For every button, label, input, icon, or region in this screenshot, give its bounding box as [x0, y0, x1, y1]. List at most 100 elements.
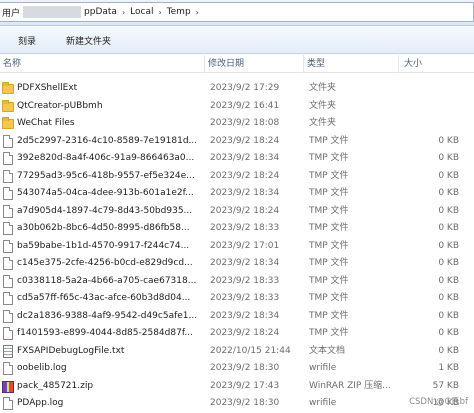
file-row[interactable]: 392e820d-8a4f-406c-91a9-866463a0... 2023/… — [0, 150, 474, 168]
file-type: 文件夹 — [309, 83, 337, 93]
breadcrumb-appdata[interactable]: ppData — [82, 7, 119, 17]
column-header: 名称 修改日期 类型 大小 — [0, 55, 474, 73]
file-type: TMP 文件 — [309, 153, 349, 163]
file-row[interactable]: c145e375-2cfe-4256-b0cd-e829d9cd... 2023/… — [0, 255, 474, 273]
file-row[interactable]: cd5a57ff-f65c-43ac-afce-60b3d8d04... 2023… — [0, 290, 474, 308]
file-size: 0 KB — [438, 205, 459, 216]
file-row[interactable]: f1401593-e899-4044-8d85-2584d87f... 2023/… — [0, 325, 474, 343]
file-date: 2022/10/15 21:44 — [210, 345, 291, 356]
text-file-icon — [2, 344, 14, 358]
file-size: 0 KB — [438, 188, 459, 198]
file-name: ba59babe-1b1d-4570-9917-f244c74... — [17, 240, 190, 251]
file-name: pack_485721.zip — [17, 380, 94, 391]
file-date: 2023/9/2 17:29 — [210, 83, 280, 93]
file-row[interactable]: dc2a1836-9388-4af9-9542-d49c5afe1... 2023… — [0, 308, 474, 326]
file-name: c0338118-5a2a-4b66-a705-cae67318... — [17, 275, 197, 286]
file-type: TMP 文件 — [309, 188, 349, 198]
file-date: 2023/9/2 18:24 — [210, 328, 280, 338]
file-row[interactable]: PDFXShellExt 2023/9/2 17:29 文件夹 — [0, 80, 474, 98]
column-type[interactable]: 类型 — [304, 55, 399, 73]
file-type: WinRAR ZIP 压缩... — [309, 380, 391, 391]
file-type: 文件夹 — [309, 100, 337, 111]
file-date: 2023/9/2 18:33 — [210, 275, 280, 286]
watermark: CSDN @G氏bf — [409, 397, 468, 407]
column-size[interactable]: 大小 — [399, 55, 474, 73]
file-name: PDApp.log — [17, 398, 64, 408]
file-date: 2023/9/2 18:08 — [210, 118, 280, 128]
file-date: 2023/9/2 18:24 — [210, 135, 280, 146]
file-name: cd5a57ff-f65c-43ac-afce-60b3d8d04... — [17, 293, 191, 303]
file-name: 543074a5-04ca-4dee-913b-601a1e2f... — [17, 188, 194, 198]
file-row[interactable]: 77295ad3-95c6-418b-9557-ef5e324e... 2023/… — [0, 168, 474, 186]
file-date: 2023/9/2 18:33 — [210, 223, 280, 233]
file-date: 2023/9/2 18:24 — [210, 205, 280, 216]
file-row[interactable]: oobelib.log 2023/9/2 18:30 wrifile 1 KB — [0, 360, 474, 378]
file-size: 0 KB — [438, 223, 459, 233]
file-icon — [2, 169, 14, 183]
folder-icon — [2, 82, 14, 95]
chevron-right-icon[interactable]: › — [193, 8, 202, 17]
file-icon — [2, 292, 14, 305]
new-folder-button[interactable]: 新建文件夹 — [66, 34, 111, 47]
file-name: a30b062b-8bc6-4d50-8995-d86fb58... — [17, 223, 190, 233]
file-row[interactable]: a7d905d4-1897-4c79-8d43-50bd935... 2023/9… — [0, 203, 474, 221]
file-icon — [2, 239, 14, 253]
file-name: f1401593-e899-4044-8d85-2584d87f... — [17, 328, 193, 338]
file-row[interactable]: FXSAPIDebugLogFile.txt 2022/10/15 21:44 文本… — [0, 343, 474, 361]
file-type: TMP 文件 — [309, 170, 349, 181]
file-date: 2023/9/2 18:34 — [210, 310, 280, 321]
file-row[interactable]: 543074a5-04ca-4dee-913b-601a1e2f... 2023/… — [0, 185, 474, 203]
column-date-modified[interactable]: 修改日期 — [205, 55, 304, 73]
zip-icon — [2, 380, 14, 393]
redacted-username — [23, 6, 82, 18]
file-size: 0 KB — [438, 293, 459, 303]
address-bar: 用户 ppData › Local › Temp › — [0, 0, 474, 26]
file-name: WeChat Files — [17, 118, 75, 128]
file-icon — [2, 152, 14, 165]
breadcrumb-temp[interactable]: Temp — [165, 7, 193, 17]
file-icon — [2, 187, 14, 200]
folder-icon — [2, 117, 14, 130]
chevron-right-icon[interactable]: › — [155, 8, 164, 17]
file-name: PDFXShellExt — [17, 83, 78, 93]
file-size: 0 KB — [438, 258, 459, 268]
column-name[interactable]: 名称 — [0, 55, 205, 73]
file-row[interactable]: PDApp.log 2023/9/2 18:30 wrifile 10 KB — [0, 395, 474, 413]
file-type: TMP 文件 — [309, 205, 349, 216]
file-type: TMP 文件 — [309, 223, 349, 233]
file-name: 77295ad3-95c6-418b-9557-ef5e324e... — [17, 170, 195, 181]
file-size: 0 KB — [438, 328, 459, 338]
file-row[interactable]: QtCreator-pUBbmh 2023/9/2 16:41 文件夹 — [0, 98, 474, 116]
file-type: TMP 文件 — [309, 135, 349, 146]
command-bar: 刻录 新建文件夹 — [0, 27, 474, 54]
file-row[interactable]: a30b062b-8bc6-4d50-8995-d86fb58... 2023/9… — [0, 220, 474, 238]
file-size: 0 KB — [438, 240, 459, 251]
file-type: wrifile — [309, 363, 337, 373]
file-icon — [2, 204, 14, 218]
file-icon — [2, 327, 14, 340]
file-name: 2d5c2997-2316-4c10-8589-7e19181d... — [17, 135, 198, 146]
file-row[interactable]: pack_485721.zip 2023/9/2 17:43 WinRAR ZIP … — [0, 378, 474, 396]
file-list: PDFXShellExt 2023/9/2 17:29 文件夹 QtCreator-p… — [0, 80, 474, 413]
file-size: 57 KB — [432, 380, 459, 391]
breadcrumb-users[interactable]: 用户 — [0, 6, 22, 19]
file-row[interactable]: WeChat Files 2023/9/2 18:08 文件夹 — [0, 115, 474, 133]
file-row[interactable]: 2d5c2997-2316-4c10-8589-7e19181d... 2023/… — [0, 133, 474, 151]
file-size: 0 KB — [438, 153, 459, 163]
chevron-right-icon[interactable]: › — [119, 8, 128, 17]
file-type: TMP 文件 — [309, 240, 349, 251]
file-type: TMP 文件 — [309, 293, 349, 303]
address-path[interactable]: 用户 ppData › Local › Temp › — [0, 2, 474, 22]
file-date: 2023/9/2 17:01 — [210, 240, 280, 251]
file-row[interactable]: ba59babe-1b1d-4570-9917-f244c74... 2023/9… — [0, 238, 474, 256]
file-row[interactable]: c0338118-5a2a-4b66-a705-cae67318... 2023/… — [0, 273, 474, 291]
file-date: 2023/9/2 18:24 — [210, 170, 280, 181]
file-name: FXSAPIDebugLogFile.txt — [17, 345, 125, 356]
file-name: dc2a1836-9388-4af9-9542-d49c5afe1... — [17, 310, 198, 321]
file-icon — [2, 362, 14, 375]
file-type: TMP 文件 — [309, 275, 349, 286]
file-type: 文本文档 — [309, 345, 346, 356]
file-icon — [2, 134, 14, 148]
breadcrumb-local[interactable]: Local — [128, 7, 155, 17]
burn-button[interactable]: 刻录 — [18, 34, 36, 47]
